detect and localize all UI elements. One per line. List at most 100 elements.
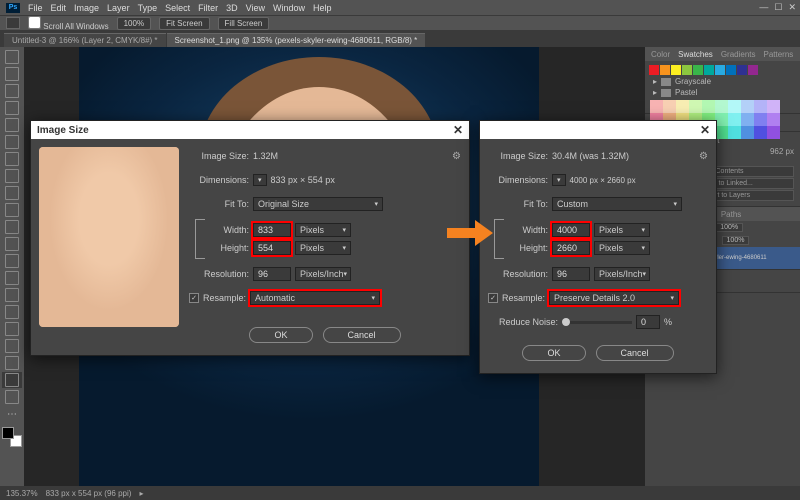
tab-swatches[interactable]: Swatches bbox=[678, 50, 713, 59]
history-brush-icon[interactable] bbox=[2, 219, 22, 235]
resample-select[interactable]: Automatic▾ bbox=[250, 291, 380, 305]
fit-to-select[interactable]: Custom▾ bbox=[552, 197, 682, 211]
cancel-button[interactable]: Cancel bbox=[323, 327, 401, 343]
height-unit-select[interactable]: Pixels▾ bbox=[594, 241, 650, 255]
swatch-group-pastel[interactable]: ▸Pastel bbox=[649, 87, 796, 98]
constrain-icon[interactable] bbox=[494, 219, 504, 259]
swatch[interactable] bbox=[767, 126, 780, 139]
swatch[interactable] bbox=[702, 100, 715, 113]
resolution-input[interactable]: 96 bbox=[552, 267, 590, 281]
resolution-unit-select[interactable]: Pixels/Inch▾ bbox=[594, 267, 650, 281]
maximize-icon[interactable]: ☐ bbox=[774, 2, 782, 13]
resample-checkbox[interactable]: ✓ bbox=[488, 293, 498, 303]
width-unit-select[interactable]: Pixels▾ bbox=[295, 223, 351, 237]
reduce-noise-value[interactable]: 0 bbox=[636, 315, 660, 329]
opacity-field[interactable]: 100% bbox=[715, 223, 743, 232]
swatch[interactable] bbox=[741, 100, 754, 113]
marquee-tool-icon[interactable] bbox=[2, 66, 22, 82]
menu-view[interactable]: View bbox=[246, 3, 265, 13]
height-input[interactable]: 554 bbox=[253, 241, 291, 255]
zoom-tool-icon[interactable] bbox=[2, 389, 22, 405]
swatch-group-grayscale[interactable]: ▸Grayscale bbox=[649, 76, 796, 87]
reduce-noise-slider[interactable] bbox=[562, 321, 632, 324]
tab-screenshot[interactable]: Screenshot_1.png @ 135% (pexels-skyler-e… bbox=[167, 33, 426, 47]
width-unit-select[interactable]: Pixels▾ bbox=[594, 223, 650, 237]
fit-screen-button[interactable]: Fit Screen bbox=[159, 17, 209, 30]
close-icon[interactable]: ✕ bbox=[700, 123, 710, 137]
swatch[interactable] bbox=[767, 113, 780, 126]
minimize-icon[interactable]: — bbox=[759, 2, 768, 13]
edit-toolbar-icon[interactable]: ⋯ bbox=[2, 406, 22, 422]
brush-tool-icon[interactable] bbox=[2, 185, 22, 201]
dimensions-dropdown[interactable]: ▾ bbox=[253, 174, 267, 186]
color-swatches[interactable] bbox=[2, 427, 22, 447]
menu-select[interactable]: Select bbox=[165, 3, 190, 13]
close-icon[interactable]: ✕ bbox=[788, 2, 796, 13]
gear-icon[interactable]: ⚙ bbox=[699, 151, 708, 162]
constrain-icon[interactable] bbox=[195, 219, 205, 259]
zoom-level[interactable]: 135.37% bbox=[6, 489, 38, 498]
dialog-titlebar[interactable]: Image Size ✕ bbox=[31, 121, 469, 139]
path-tool-icon[interactable] bbox=[2, 338, 22, 354]
doc-info[interactable]: 833 px x 554 px (96 ppi) bbox=[46, 489, 132, 498]
swatch[interactable] bbox=[754, 113, 767, 126]
cancel-button[interactable]: Cancel bbox=[596, 345, 674, 361]
fill-screen-button[interactable]: Fill Screen bbox=[218, 17, 270, 30]
menu-type[interactable]: Type bbox=[138, 3, 158, 13]
blur-tool-icon[interactable] bbox=[2, 270, 22, 286]
swatch[interactable] bbox=[671, 65, 681, 75]
dialog-titlebar[interactable]: ✕ bbox=[480, 121, 716, 139]
gear-icon[interactable]: ⚙ bbox=[452, 151, 461, 162]
shape-tool-icon[interactable] bbox=[2, 355, 22, 371]
frame-tool-icon[interactable] bbox=[2, 134, 22, 150]
swatch[interactable] bbox=[728, 126, 741, 139]
close-icon[interactable]: ✕ bbox=[453, 123, 463, 137]
swatch[interactable] bbox=[693, 65, 703, 75]
tab-patterns[interactable]: Patterns bbox=[764, 50, 794, 59]
eyedropper-tool-icon[interactable] bbox=[2, 151, 22, 167]
tab-color[interactable]: Color bbox=[651, 50, 670, 59]
swatch[interactable] bbox=[754, 126, 767, 139]
tab-untitled[interactable]: Untitled-3 @ 166% (Layer 2, CMYK/8#) * bbox=[4, 33, 166, 47]
swatch[interactable] bbox=[748, 65, 758, 75]
swatch[interactable] bbox=[682, 65, 692, 75]
eraser-tool-icon[interactable] bbox=[2, 236, 22, 252]
swatch[interactable] bbox=[663, 100, 676, 113]
ok-button[interactable]: OK bbox=[249, 327, 312, 343]
hand-tool-icon[interactable] bbox=[2, 372, 22, 388]
swatch[interactable] bbox=[728, 113, 741, 126]
tab-paths[interactable]: Paths bbox=[721, 210, 741, 219]
healing-tool-icon[interactable] bbox=[2, 168, 22, 184]
swatch[interactable] bbox=[767, 100, 780, 113]
swatch[interactable] bbox=[754, 100, 767, 113]
dodge-tool-icon[interactable] bbox=[2, 287, 22, 303]
menu-3d[interactable]: 3D bbox=[226, 3, 238, 13]
zoom-100-button[interactable]: 100% bbox=[117, 17, 151, 30]
ok-button[interactable]: OK bbox=[522, 345, 585, 361]
menu-file[interactable]: File bbox=[28, 3, 43, 13]
crop-tool-icon[interactable] bbox=[2, 117, 22, 133]
swatch[interactable] bbox=[704, 65, 714, 75]
swatch[interactable] bbox=[676, 100, 689, 113]
swatch[interactable] bbox=[715, 100, 728, 113]
height-input[interactable]: 2660 bbox=[552, 241, 590, 255]
resample-checkbox[interactable]: ✓ bbox=[189, 293, 199, 303]
swatch[interactable] bbox=[741, 113, 754, 126]
swatch[interactable] bbox=[649, 65, 659, 75]
swatch[interactable] bbox=[728, 100, 741, 113]
type-tool-icon[interactable] bbox=[2, 321, 22, 337]
menu-filter[interactable]: Filter bbox=[198, 3, 218, 13]
swatch[interactable] bbox=[737, 65, 747, 75]
dimensions-dropdown[interactable]: ▾ bbox=[552, 174, 566, 186]
menu-help[interactable]: Help bbox=[313, 3, 332, 13]
resample-select[interactable]: Preserve Details 2.0▾ bbox=[549, 291, 679, 305]
lasso-tool-icon[interactable] bbox=[2, 83, 22, 99]
swatch[interactable] bbox=[650, 100, 663, 113]
fit-to-select[interactable]: Original Size▾ bbox=[253, 197, 383, 211]
menu-edit[interactable]: Edit bbox=[51, 3, 67, 13]
gradient-tool-icon[interactable] bbox=[2, 253, 22, 269]
scroll-all-windows[interactable]: Scroll All Windows bbox=[28, 16, 109, 31]
swatch[interactable] bbox=[660, 65, 670, 75]
menu-layer[interactable]: Layer bbox=[107, 3, 130, 13]
width-input[interactable]: 833 bbox=[253, 223, 291, 237]
